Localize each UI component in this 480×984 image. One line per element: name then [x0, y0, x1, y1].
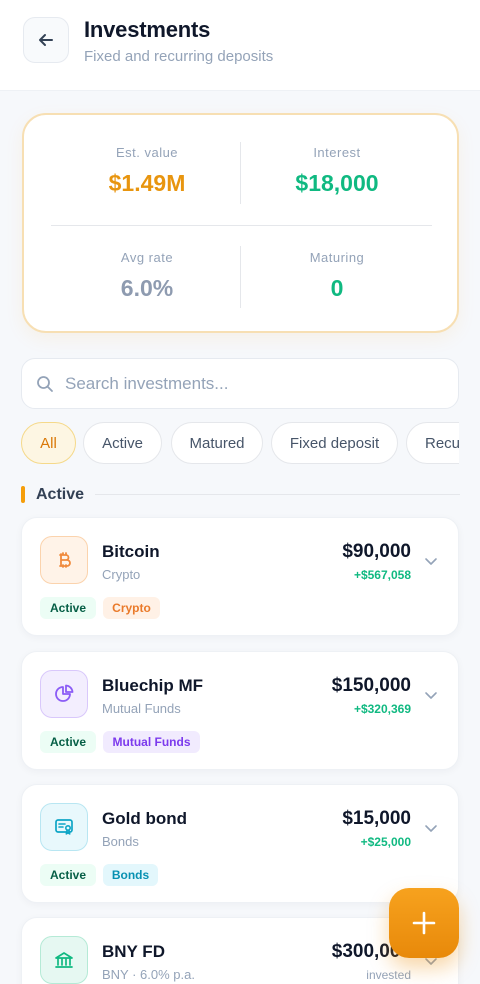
bank-icon: [40, 936, 88, 984]
plus-icon: [412, 911, 436, 935]
investment-name: BNY FD: [102, 942, 165, 961]
interest-stat: Interest $18,000: [242, 145, 432, 197]
category-badge: Crypto: [103, 597, 160, 619]
pie-chart-icon: [40, 670, 88, 718]
investment-category: Mutual Funds: [102, 701, 181, 716]
filter-chips: All Active Matured Fixed deposit Recurri…: [21, 422, 459, 466]
investment-card[interactable]: Bitcoin Crypto $90,000 +$567,058 Active …: [21, 517, 459, 636]
avg-rate-stat: Avg rate 6.0%: [52, 250, 242, 302]
investment-amount: $150,000: [331, 675, 411, 696]
certificate-icon: [40, 803, 88, 851]
page-title: Investments: [84, 17, 211, 42]
back-button[interactable]: [23, 17, 69, 63]
divider: [51, 225, 432, 226]
investment-amount: $90,000: [342, 541, 411, 562]
section-title: Active: [36, 486, 85, 503]
est-value-stat: Est. value $1.49M: [52, 145, 242, 197]
category-badge: Bonds: [103, 864, 158, 886]
chevron-down-icon[interactable]: [424, 688, 438, 702]
search-icon: [37, 376, 53, 392]
investment-gain: +$567,058: [353, 568, 411, 582]
top-header: Investments Fixed and recurring deposits: [0, 0, 480, 91]
investment-category: BNY · 6.0% p.a.: [102, 967, 195, 982]
investment-gain: +$320,369: [353, 702, 411, 716]
stat-label: Est. value: [115, 145, 179, 160]
investment-category: Crypto: [102, 567, 141, 582]
search-bar[interactable]: [21, 358, 459, 409]
search-input[interactable]: [65, 359, 445, 408]
filter-chip-all[interactable]: All: [21, 422, 76, 464]
stat-value: $18,000: [295, 170, 379, 196]
investment-name: Bitcoin: [102, 542, 160, 561]
investment-amount: $15,000: [342, 808, 411, 829]
divider: [240, 142, 241, 204]
divider: [95, 494, 460, 495]
investment-name: Bluechip MF: [102, 676, 204, 695]
maturing-stat: Maturing 0: [242, 250, 432, 302]
summary-card: Est. value $1.49M Interest $18,000 Avg r…: [22, 113, 459, 333]
investment-card[interactable]: Bluechip MF Mutual Funds $150,000 +$320,…: [21, 651, 459, 770]
chevron-down-icon[interactable]: [424, 821, 438, 835]
arrow-left-icon: [39, 34, 53, 46]
divider: [240, 246, 241, 308]
investment-gain: +$25,000: [360, 835, 411, 849]
investment-gain: invested: [366, 968, 411, 982]
section-accent-bar: [21, 486, 25, 503]
investment-card[interactable]: Gold bond Bonds $15,000 +$25,000 Active …: [21, 784, 459, 903]
stat-label: Maturing: [309, 250, 365, 265]
filter-chip-fixed-deposit[interactable]: Fixed deposit: [271, 422, 398, 464]
page-subtitle: Fixed and recurring deposits: [84, 48, 274, 65]
filter-chip-matured[interactable]: Matured: [171, 422, 263, 464]
stat-label: Interest: [313, 145, 361, 160]
status-badge: Active: [40, 731, 96, 753]
status-badge: Active: [40, 597, 96, 619]
stat-value: $1.49M: [108, 170, 186, 196]
stat-value: 6.0%: [120, 275, 174, 301]
stat-value: 0: [330, 275, 344, 301]
bitcoin-icon: [40, 536, 88, 584]
investment-category: Bonds: [102, 834, 139, 849]
chevron-down-icon[interactable]: [424, 554, 438, 568]
status-badge: Active: [40, 864, 96, 886]
investment-name: Gold bond: [102, 809, 187, 828]
stat-label: Avg rate: [120, 250, 174, 265]
filter-chip-active[interactable]: Active: [83, 422, 162, 464]
add-investment-button[interactable]: [389, 888, 459, 958]
category-badge: Mutual Funds: [103, 731, 200, 753]
filter-chip-recurring[interactable]: Recurring: [406, 422, 459, 464]
